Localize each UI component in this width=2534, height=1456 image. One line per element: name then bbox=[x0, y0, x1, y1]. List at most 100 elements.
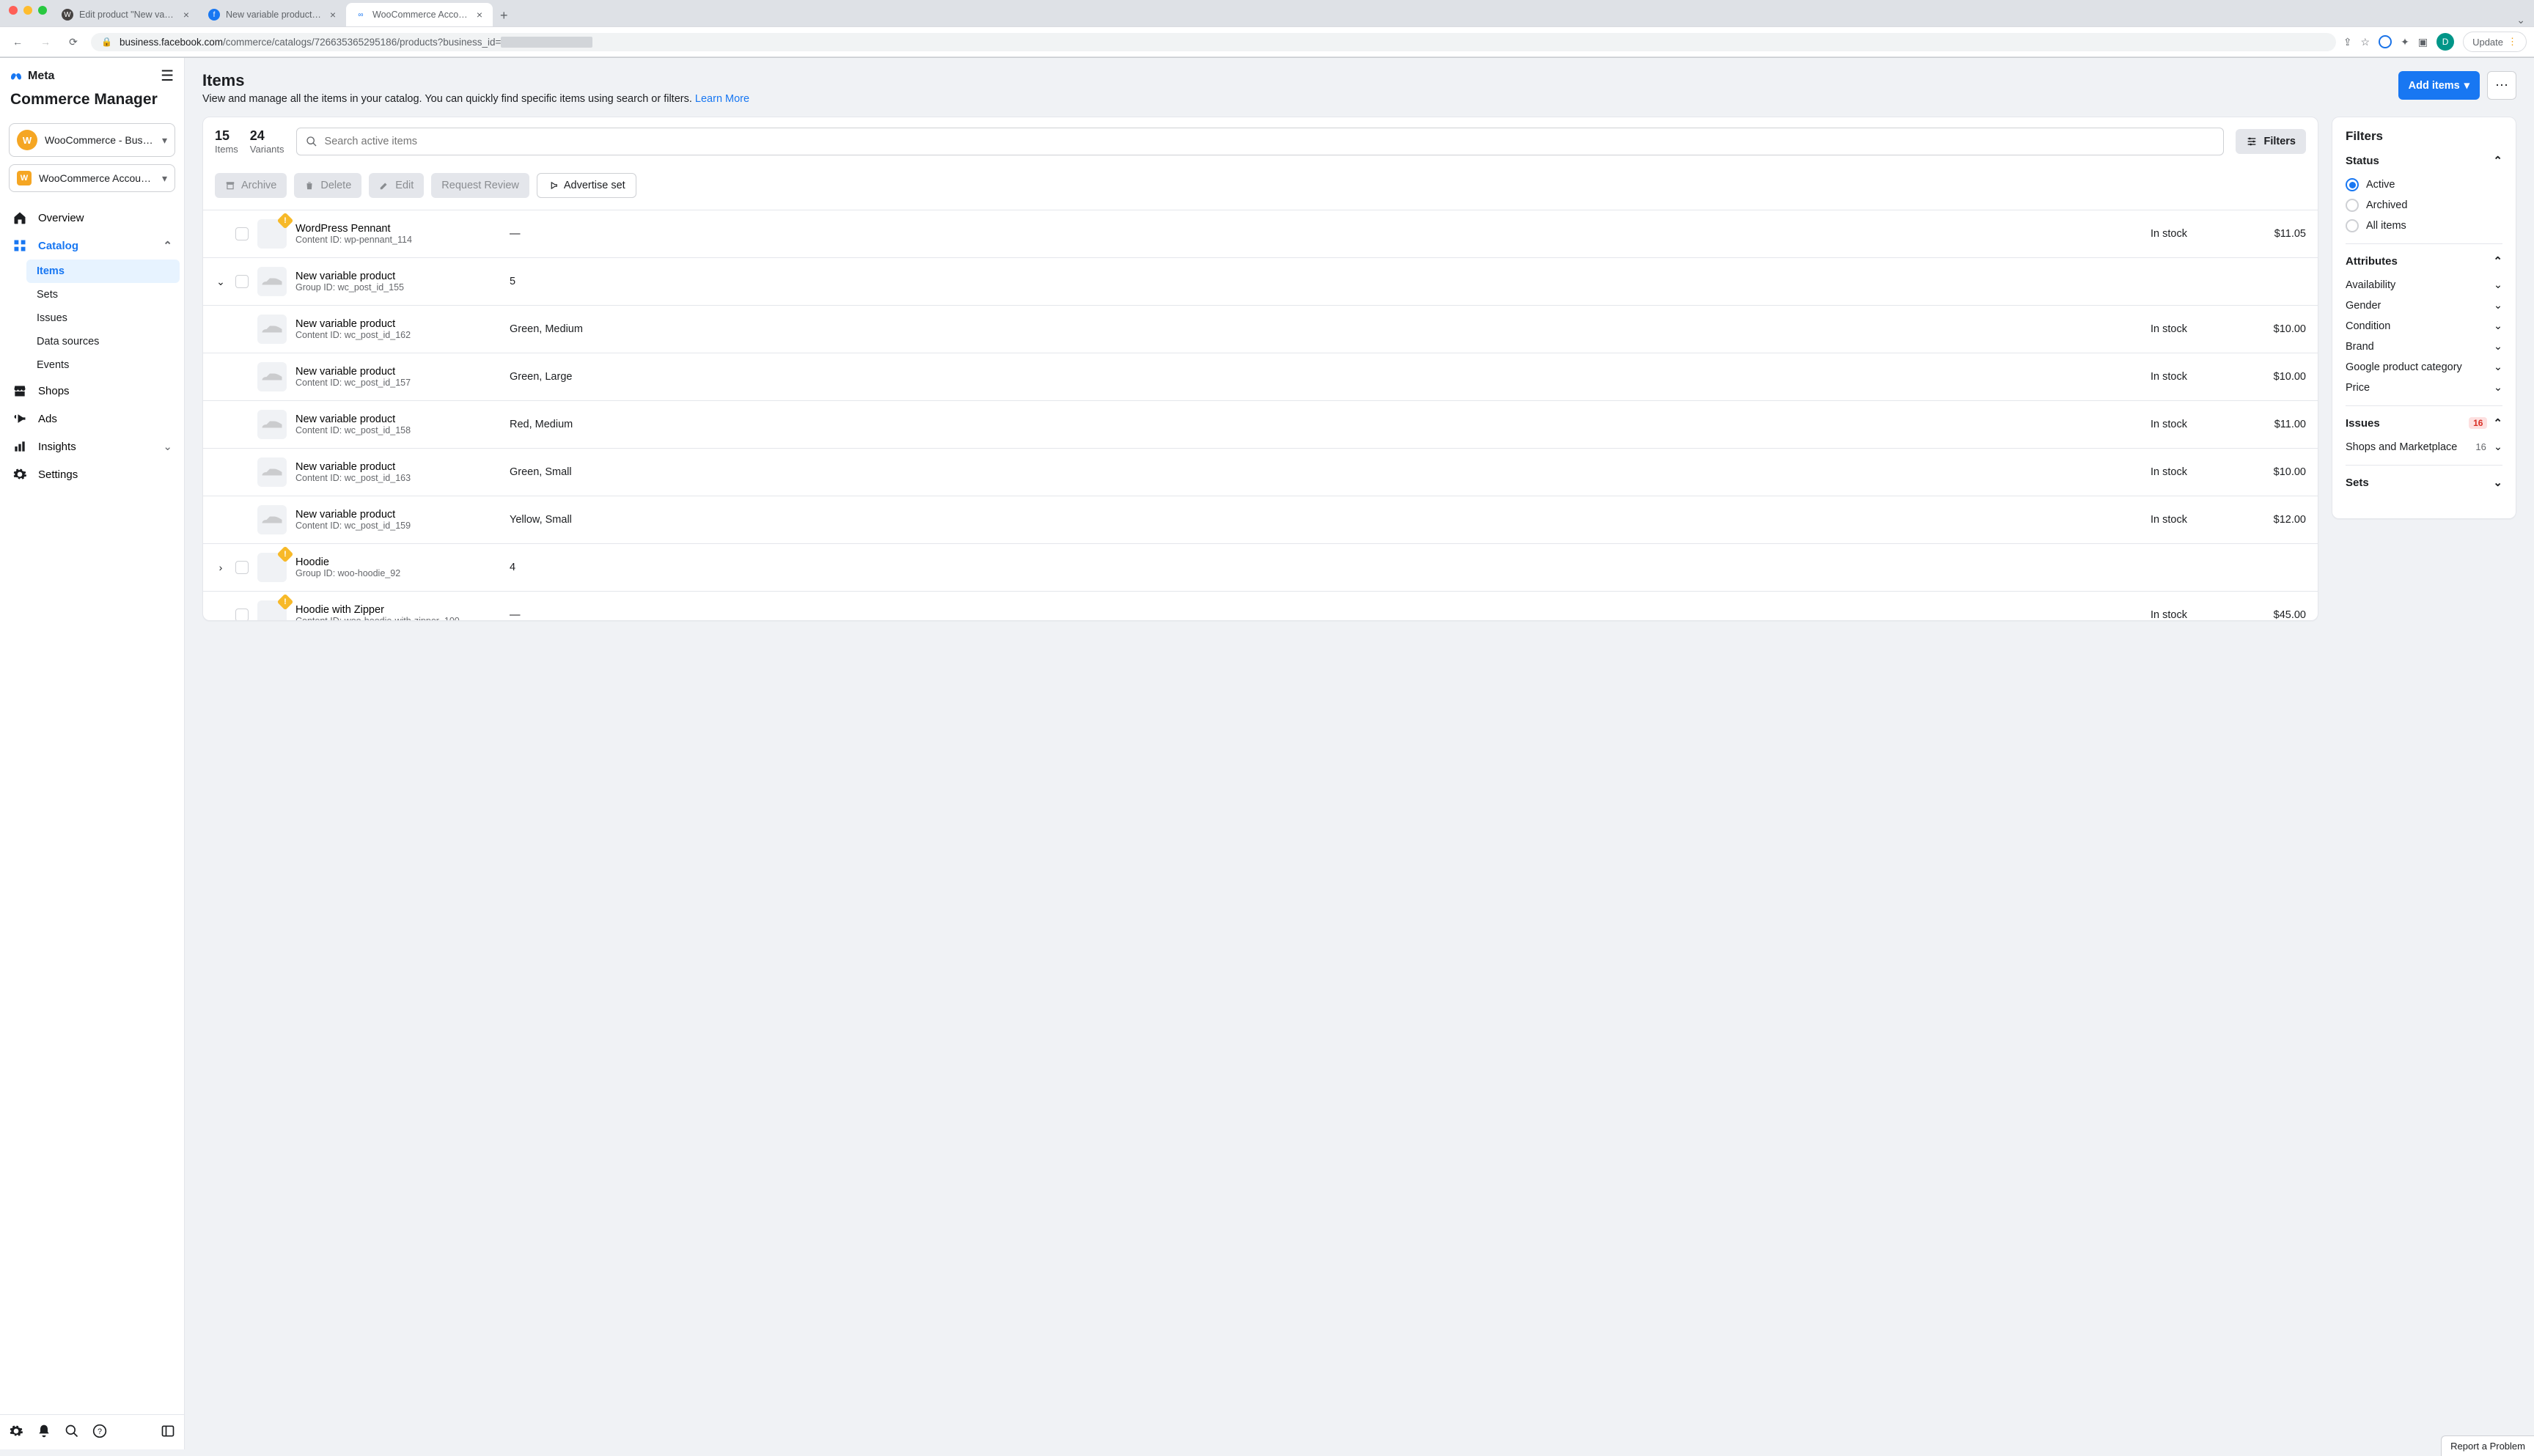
table-row[interactable]: Hoodie with ZipperContent ID: woo-hoodie… bbox=[203, 591, 2318, 620]
share-icon[interactable]: ⇪ bbox=[2343, 36, 2352, 48]
attribute-row[interactable]: Brand⌄ bbox=[2346, 337, 2502, 357]
nav-data-sources[interactable]: Data sources bbox=[26, 330, 180, 353]
attribute-row[interactable]: Availability⌄ bbox=[2346, 275, 2502, 295]
nav-issues[interactable]: Issues bbox=[26, 306, 180, 330]
advertise-set-button[interactable]: Advertise set bbox=[537, 173, 636, 198]
radio-icon bbox=[2346, 199, 2359, 212]
nav-catalog[interactable]: Catalog ⌃ bbox=[4, 232, 180, 260]
attribute-row[interactable]: Condition⌄ bbox=[2346, 316, 2502, 337]
status-option[interactable]: All items bbox=[2346, 216, 2502, 236]
wordpress-favicon: W bbox=[62, 9, 73, 21]
business-selector[interactable]: W WooCommerce - Busine... ▾ bbox=[9, 123, 175, 157]
row-checkbox[interactable] bbox=[235, 275, 249, 288]
nav-shops[interactable]: Shops bbox=[4, 377, 180, 405]
table-row[interactable]: WordPress PennantContent ID: wp-pennant_… bbox=[203, 210, 2318, 257]
product-name: Hoodie bbox=[295, 556, 501, 568]
button-label: Edit bbox=[395, 180, 414, 191]
product-name: New variable product bbox=[295, 509, 501, 521]
window-close[interactable] bbox=[9, 6, 18, 15]
more-menu-button[interactable]: ⋯ bbox=[2487, 71, 2516, 100]
price-cell: $10.00 bbox=[2247, 323, 2306, 335]
nav-back-button[interactable]: ← bbox=[7, 32, 28, 52]
table-row[interactable]: ›HoodieGroup ID: woo-hoodie_924 bbox=[203, 543, 2318, 591]
attribute-row[interactable]: Google product category⌄ bbox=[2346, 357, 2502, 378]
row-checkbox[interactable] bbox=[235, 561, 249, 574]
window-maximize[interactable] bbox=[38, 6, 47, 15]
nav-overview[interactable]: Overview bbox=[4, 204, 180, 232]
table-row[interactable]: ⌄ New variable productGroup ID: wc_post_i… bbox=[203, 257, 2318, 305]
search-icon[interactable] bbox=[65, 1424, 79, 1441]
filter-attributes-head[interactable]: Attributes ⌃ bbox=[2346, 254, 2502, 268]
tab-close-icon[interactable]: × bbox=[182, 9, 191, 21]
hamburger-icon[interactable]: ☰ bbox=[161, 67, 174, 85]
nav-events[interactable]: Events bbox=[26, 353, 180, 377]
expand-toggle[interactable]: ⌄ bbox=[215, 276, 227, 288]
filter-issues-head[interactable]: Issues 16 ⌃ bbox=[2346, 416, 2502, 430]
tab-close-icon[interactable]: × bbox=[328, 9, 337, 21]
filter-sets-head[interactable]: Sets ⌄ bbox=[2346, 476, 2502, 489]
chevron-down-icon: ⌄ bbox=[2494, 441, 2502, 453]
filters-toggle-button[interactable]: Filters bbox=[2236, 129, 2306, 154]
variant-cell: Green, Small bbox=[510, 466, 2142, 478]
new-tab-button[interactable]: + bbox=[493, 5, 515, 26]
report-problem-button[interactable]: Report a Problem bbox=[2441, 1435, 2534, 1456]
table-row[interactable]: New variable productContent ID: wc_post_… bbox=[203, 448, 2318, 496]
filter-status-head[interactable]: Status ⌃ bbox=[2346, 154, 2502, 167]
items-count: 15 Items bbox=[215, 128, 238, 155]
add-items-button[interactable]: Add items ▾ bbox=[2398, 71, 2480, 100]
catalog-selector[interactable]: W WooCommerce Account (111... ▾ bbox=[9, 164, 175, 192]
nav-label: Settings bbox=[38, 468, 78, 481]
profile-avatar[interactable]: D bbox=[2436, 33, 2454, 51]
stock-cell: In stock bbox=[2151, 228, 2239, 240]
product-info: New variable productGroup ID: wc_post_id… bbox=[295, 271, 501, 293]
expand-toggle[interactable]: › bbox=[215, 562, 227, 573]
extension-icon[interactable] bbox=[2379, 35, 2392, 48]
search-field[interactable] bbox=[296, 128, 2225, 155]
help-icon[interactable]: ? bbox=[92, 1424, 107, 1441]
tab-close-icon[interactable]: × bbox=[475, 9, 484, 21]
stat-number: 24 bbox=[250, 128, 284, 144]
search-input[interactable] bbox=[325, 136, 2215, 147]
address-bar[interactable]: 🔒 business.facebook.com/commerce/catalog… bbox=[91, 33, 2336, 51]
table-row[interactable]: New variable productContent ID: wc_post_… bbox=[203, 496, 2318, 543]
browser-tab[interactable]: f New variable product | Faceboo × bbox=[199, 3, 346, 26]
browser-tab-active[interactable]: ∞ WooCommerce Account × bbox=[346, 3, 493, 26]
table-row[interactable]: New variable productContent ID: wc_post_… bbox=[203, 400, 2318, 448]
nav-label: Ads bbox=[38, 413, 57, 425]
tabs-overflow-icon[interactable]: ⌄ bbox=[2516, 14, 2534, 26]
attribute-row[interactable]: Price⌄ bbox=[2346, 378, 2502, 398]
status-option[interactable]: Active bbox=[2346, 174, 2502, 195]
row-checkbox[interactable] bbox=[235, 227, 249, 240]
gear-icon[interactable] bbox=[9, 1424, 23, 1441]
learn-more-link[interactable]: Learn More bbox=[695, 93, 749, 105]
nav-sets[interactable]: Sets bbox=[26, 283, 180, 306]
attribute-row[interactable]: Gender⌄ bbox=[2346, 295, 2502, 316]
update-button[interactable]: Update ⋮ bbox=[2463, 32, 2527, 52]
nav-insights[interactable]: Insights ⌄ bbox=[4, 433, 180, 460]
table-row[interactable]: New variable productContent ID: wc_post_… bbox=[203, 353, 2318, 400]
nav-ads[interactable]: Ads bbox=[4, 405, 180, 433]
product-subtext: Content ID: wc_post_id_157 bbox=[295, 378, 501, 388]
button-label: Advertise set bbox=[564, 180, 625, 191]
page-description: View and manage all the items in your ca… bbox=[202, 93, 749, 105]
status-option[interactable]: Archived bbox=[2346, 195, 2502, 216]
extensions-icon[interactable]: ✦ bbox=[2401, 36, 2409, 48]
option-label: Active bbox=[2366, 179, 2395, 191]
side-panel-icon[interactable]: ▣ bbox=[2418, 36, 2428, 48]
bookmark-icon[interactable]: ☆ bbox=[2361, 36, 2370, 48]
chevron-down-icon: ⌄ bbox=[2493, 476, 2502, 489]
window-minimize[interactable] bbox=[23, 6, 32, 15]
table-row[interactable]: New variable productContent ID: wc_post_… bbox=[203, 305, 2318, 353]
meta-brand[interactable]: Meta bbox=[10, 70, 54, 83]
collapse-icon[interactable] bbox=[161, 1424, 175, 1441]
chevron-up-icon: ⌃ bbox=[2493, 254, 2502, 268]
issues-subrow[interactable]: Shops and Marketplace 16 ⌄ bbox=[2346, 437, 2502, 457]
browser-tab[interactable]: W Edit product "New variable pro × bbox=[53, 3, 199, 26]
nav-items[interactable]: Items bbox=[26, 260, 180, 283]
row-checkbox[interactable] bbox=[235, 608, 249, 620]
page-header-text: Items View and manage all the items in y… bbox=[202, 71, 749, 105]
nav-forward-button[interactable]: → bbox=[35, 32, 56, 52]
bell-icon[interactable] bbox=[37, 1424, 51, 1441]
nav-settings[interactable]: Settings bbox=[4, 460, 180, 488]
nav-reload-button[interactable]: ⟳ bbox=[63, 32, 84, 52]
